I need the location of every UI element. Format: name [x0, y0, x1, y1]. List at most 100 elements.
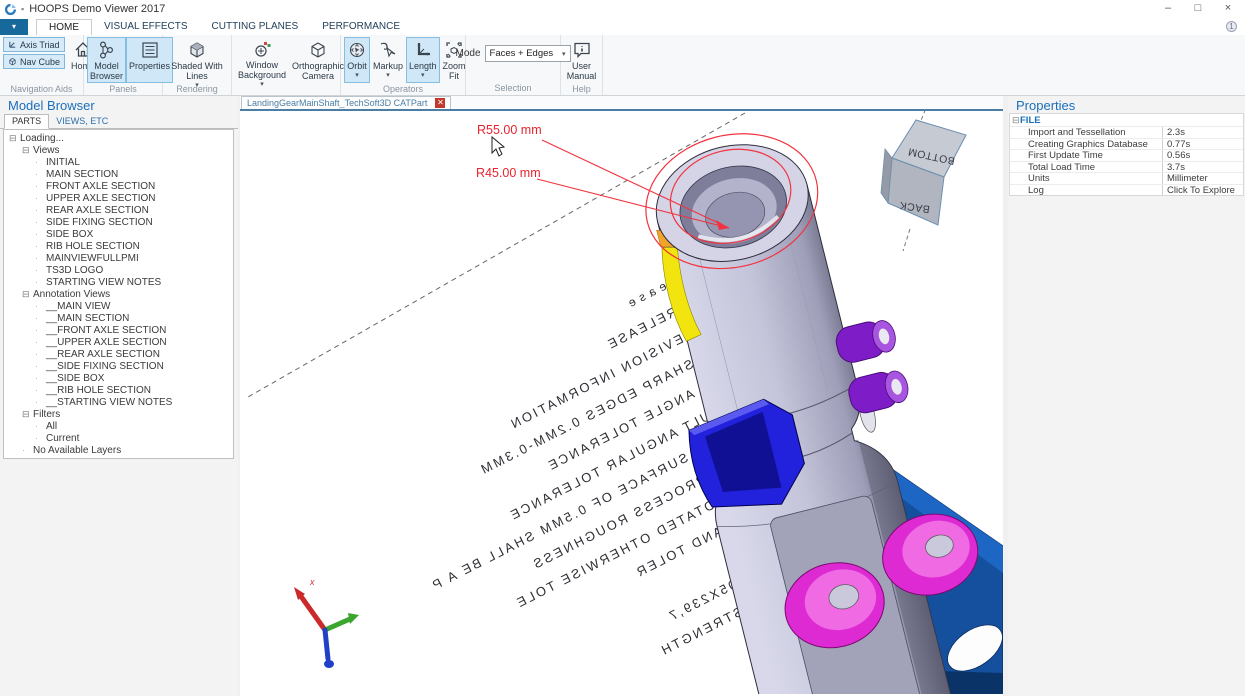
tab-visual-effects[interactable]: VISUAL EFFECTS: [92, 19, 200, 35]
model-tree: ⊟Loading...⊟ViewsINITIALMAIN SECTIONFRON…: [3, 129, 234, 459]
markup-button[interactable]: Markup ▾: [370, 37, 406, 83]
tree-connector: [35, 182, 46, 191]
tree-item-label: __UPPER AXLE SECTION: [46, 337, 167, 348]
property-value[interactable]: Millimeter: [1162, 173, 1243, 184]
length-button[interactable]: Length ▾: [406, 37, 440, 83]
axis-triad-label: Axis Triad: [20, 40, 60, 50]
tab-views-etc[interactable]: VIEWS, ETC: [49, 115, 115, 128]
tree-connector: [35, 254, 46, 263]
orbit-button[interactable]: Orbit ▾: [344, 37, 370, 83]
tree-connector: [35, 170, 46, 179]
tree-item[interactable]: __FRONT AXLE SECTION: [4, 324, 233, 336]
tree-item[interactable]: __MAIN SECTION: [4, 312, 233, 324]
tree-item[interactable]: ⊟Annotation Views: [4, 288, 233, 300]
titlebar: ▪ HOOPS Demo Viewer 2017 – □ ×: [0, 0, 1245, 18]
property-value[interactable]: 2.3s: [1162, 127, 1243, 138]
user-manual-button[interactable]: User Manual: [564, 37, 600, 83]
group-label-rendering-modes: Rendering Modes: [163, 83, 231, 96]
window-background-button[interactable]: Window Background ▾: [235, 37, 289, 83]
properties-section-row[interactable]: ⊟ FILE: [1010, 114, 1243, 126]
viewport-canvas[interactable]: First releaseORIGINAL RELEASEVERSION REV…: [240, 111, 1003, 694]
tab-home[interactable]: HOME: [36, 19, 92, 35]
tree-item[interactable]: __UPPER AXLE SECTION: [4, 336, 233, 348]
tree-item-label: MAINVIEWFULLPMI: [46, 253, 139, 264]
properties-panel: Properties ⊟ FILE Import and Tessellatio…: [1008, 96, 1245, 696]
chevron-down-icon: ▾: [386, 71, 390, 81]
tree-item-label: INITIAL: [46, 157, 80, 168]
ribbon-tab-bar: ▾ HOME VISUAL EFFECTS CUTTING PLANES PER…: [0, 18, 1245, 35]
shaded-with-lines-button[interactable]: Shaded With Lines ▾: [166, 37, 228, 83]
tree-item[interactable]: ⊟Views: [4, 144, 233, 156]
tree-item[interactable]: __SIDE FIXING SECTION: [4, 360, 233, 372]
dimension-label-r55[interactable]: R55.00 mm: [477, 123, 542, 137]
tree-item[interactable]: MAINVIEWFULLPMI: [4, 252, 233, 264]
chevron-down-icon: ▾: [421, 71, 425, 81]
tree-item[interactable]: INITIAL: [4, 156, 233, 168]
close-icon[interactable]: ✕: [435, 98, 445, 108]
tree-expander-icon[interactable]: ⊟: [22, 146, 33, 155]
maximize-button[interactable]: □: [1183, 0, 1213, 18]
property-value[interactable]: Click To Explore: [1162, 185, 1243, 196]
property-value[interactable]: 0.56s: [1162, 150, 1243, 161]
nav-cube[interactable]: BOTTOM BACK: [881, 111, 966, 251]
tree-item-label: Current: [46, 433, 79, 444]
tab-cutting-planes[interactable]: CUTTING PLANES: [200, 19, 311, 35]
tree-connector: [35, 218, 46, 227]
length-label: Length: [409, 61, 437, 71]
tree-item[interactable]: STARTING VIEW NOTES: [4, 276, 233, 288]
tree-expander-icon[interactable]: ⊟: [22, 410, 33, 419]
model-browser-button[interactable]: Model Browser: [87, 37, 126, 83]
tree-item[interactable]: __SIDE BOX: [4, 372, 233, 384]
tree-item[interactable]: Current: [4, 432, 233, 444]
tree-item[interactable]: REAR AXLE SECTION: [4, 204, 233, 216]
tab-parts[interactable]: PARTS: [4, 114, 49, 129]
tree-expander-icon[interactable]: ⊟: [22, 290, 33, 299]
tree-item[interactable]: __MAIN VIEW: [4, 300, 233, 312]
tree-connector: [35, 242, 46, 251]
group-rendering-modes: Shaded With Lines ▾ Rendering Modes: [163, 35, 232, 95]
tree-item[interactable]: No Available Layers: [4, 444, 233, 456]
minimize-button[interactable]: –: [1153, 0, 1183, 18]
tree-item[interactable]: __RIB HOLE SECTION: [4, 384, 233, 396]
tree-item[interactable]: RIB HOLE SECTION: [4, 240, 233, 252]
viewport-tab[interactable]: LandingGearMainShaft_TechSoft3D CATPart …: [241, 96, 451, 109]
tree-item[interactable]: FRONT AXLE SECTION: [4, 180, 233, 192]
group-label-operators: Operators: [341, 83, 465, 95]
tree-item-label: __SIDE BOX: [46, 373, 104, 384]
property-value[interactable]: 0.77s: [1162, 139, 1243, 150]
close-button[interactable]: ×: [1213, 0, 1243, 18]
tree-item[interactable]: All: [4, 420, 233, 432]
window-title: HOOPS Demo Viewer 2017: [29, 3, 165, 15]
dimension-label-r45[interactable]: R45.00 mm: [476, 166, 541, 180]
nav-cube-button[interactable]: Nav Cube: [3, 54, 65, 69]
tree-item[interactable]: UPPER AXLE SECTION: [4, 192, 233, 204]
tree-connector: [35, 194, 46, 203]
tree-item-label: MAIN SECTION: [46, 169, 118, 180]
model-browser-icon: [97, 39, 117, 60]
group-label-panels: Panels: [84, 83, 162, 95]
orthographic-camera-button[interactable]: Orthographic Camera: [289, 37, 347, 83]
tree-connector: [35, 302, 46, 311]
notification-badge[interactable]: 1: [1226, 21, 1237, 32]
model-browser-label: Model Browser: [90, 61, 123, 81]
tree-item[interactable]: SIDE BOX: [4, 228, 233, 240]
property-value[interactable]: 3.7s: [1162, 162, 1243, 173]
tree-item[interactable]: MAIN SECTION: [4, 168, 233, 180]
tab-performance[interactable]: PERFORMANCE: [310, 19, 412, 35]
collapse-icon[interactable]: ⊟: [1010, 115, 1020, 126]
tree-item[interactable]: __REAR AXLE SECTION: [4, 348, 233, 360]
selection-mode-dropdown[interactable]: Faces + Edges ▾: [485, 45, 571, 62]
tree-expander-icon[interactable]: ⊟: [9, 134, 20, 143]
tree-item-label: Annotation Views: [33, 289, 110, 300]
axis-triad-button[interactable]: Axis Triad: [3, 37, 65, 52]
tree-item[interactable]: ⊟Loading...: [4, 132, 233, 144]
tree-item-label: __REAR AXLE SECTION: [46, 349, 160, 360]
tree-connector: [35, 422, 46, 431]
tree-item[interactable]: __STARTING VIEW NOTES: [4, 396, 233, 408]
tree-item[interactable]: TS3D LOGO: [4, 264, 233, 276]
file-menu-button[interactable]: ▾: [0, 19, 28, 35]
shaded-with-lines-label: Shaded With Lines: [169, 61, 225, 81]
tree-item[interactable]: ⊟Filters: [4, 408, 233, 420]
tree-item[interactable]: SIDE FIXING SECTION: [4, 216, 233, 228]
tree-item-label: TS3D LOGO: [46, 265, 103, 276]
